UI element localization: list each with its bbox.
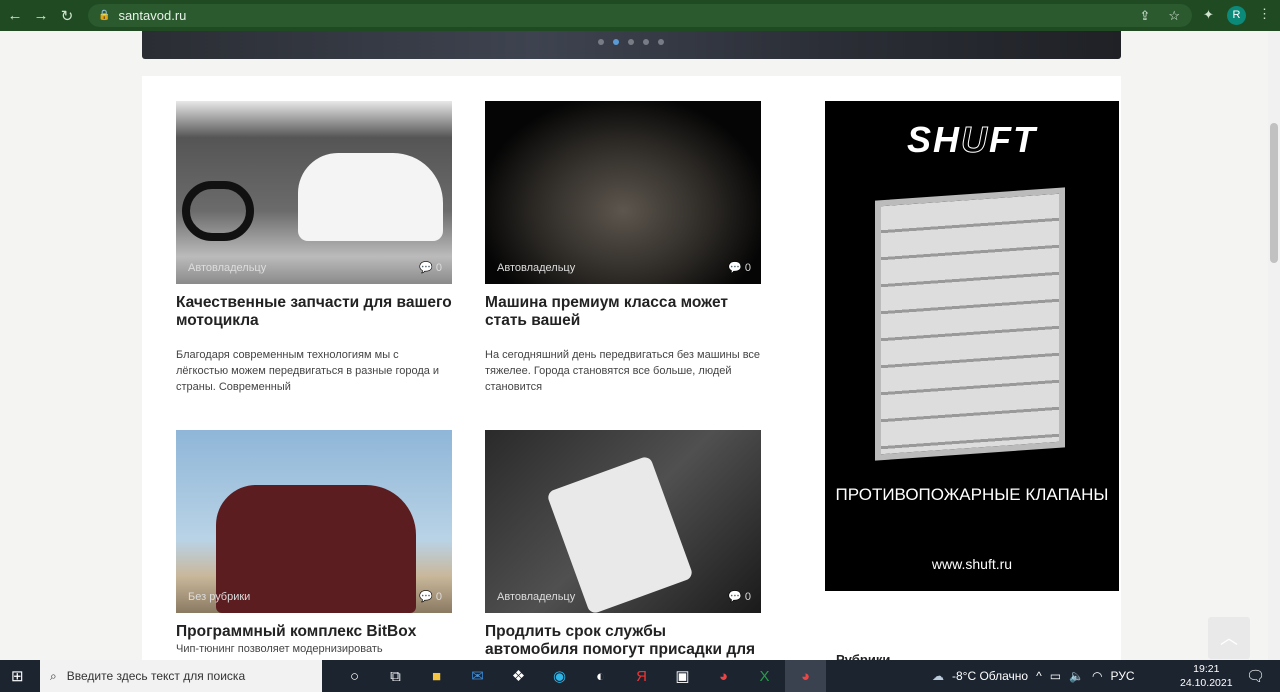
search-placeholder: Введите здесь текст для поиска <box>66 669 246 683</box>
post-excerpt: Благодаря современным технологиям мы с л… <box>176 349 440 393</box>
comment-count[interactable]: 💬 0 <box>728 590 751 603</box>
url-text: santavod.ru <box>118 8 187 23</box>
ad-valve-image <box>875 187 1065 461</box>
hero-slider <box>142 31 1121 59</box>
post-card: Автовладельцу 💬 0 Продлить срок службы а… <box>485 430 761 677</box>
notifications-icon[interactable]: 🗨 <box>1246 667 1265 685</box>
chrome-profile-icon[interactable]: ◕ <box>785 660 826 692</box>
ad-url: www.shuft.ru <box>931 556 1013 572</box>
weather-icon[interactable]: ☁ <box>932 669 944 683</box>
search-icon: ⌕ <box>50 668 57 683</box>
browser-toolbar: ← → ↻ 🔒 santavod.ru ⇪ ☆ ✦ R ⋮ <box>0 0 1280 31</box>
post-excerpt: На сегодняшний день передвигаться без ма… <box>485 349 761 393</box>
chrome-icon[interactable]: ◕ <box>703 660 744 692</box>
post-image[interactable]: Автовладельцу 💬 0 <box>485 101 761 284</box>
post-category[interactable]: Автовладельцу <box>497 262 575 274</box>
post-card: Без рубрики 💬 0 Программный комплекс Bit… <box>176 430 452 656</box>
excel-icon[interactable]: X <box>744 660 785 692</box>
wifi-icon[interactable]: ◠ <box>1092 669 1102 683</box>
edge-icon[interactable]: ◉ <box>539 660 580 692</box>
post-title[interactable]: Программный комплекс BitBox <box>176 623 452 641</box>
scrollbar[interactable] <box>1268 31 1280 660</box>
store-icon[interactable]: ▣ <box>662 660 703 692</box>
post-image[interactable]: Без рубрики 💬 0 <box>176 430 452 613</box>
comment-count[interactable]: 💬 0 <box>728 261 751 274</box>
clock[interactable]: 19:21 24.10.2021 <box>1180 662 1233 690</box>
dropbox-icon[interactable]: ❖ <box>498 660 539 692</box>
weather-text[interactable]: -8°C Облачно <box>952 669 1028 683</box>
post-category[interactable]: Автовладельцу <box>497 591 575 603</box>
tray-chevron-icon[interactable]: ^ <box>1036 669 1042 683</box>
reload-icon[interactable]: ↻ <box>56 7 78 25</box>
ad-logo: SHUFT <box>907 119 1037 161</box>
menu-icon[interactable]: ⋮ <box>1258 6 1271 22</box>
post-image[interactable]: Автовладельцу 💬 0 <box>485 430 761 613</box>
volume-icon[interactable]: 🔈 <box>1069 669 1084 683</box>
ad-text: ПРОТИВОПОЖАРНЫЕ КЛАПАНЫ <box>835 485 1109 504</box>
content-panel: Автовладельцу 💬 0 Качественные запчасти … <box>142 76 1121 676</box>
forward-icon[interactable]: → <box>30 7 52 24</box>
file-explorer-icon[interactable]: ■ <box>416 660 457 692</box>
address-bar[interactable]: 🔒 santavod.ru ⇪ ☆ <box>88 4 1192 27</box>
slider-dot[interactable] <box>628 39 634 45</box>
comment-count[interactable]: 💬 0 <box>419 261 442 274</box>
comment-count[interactable]: 💬 0 <box>419 590 442 603</box>
slider-dot[interactable] <box>598 39 604 45</box>
scrollbar-thumb[interactable] <box>1270 123 1278 263</box>
slider-dot[interactable] <box>643 39 649 45</box>
post-card: Автовладельцу 💬 0 Качественные запчасти … <box>176 101 452 395</box>
slider-dot[interactable] <box>658 39 664 45</box>
share-icon[interactable]: ⇪ <box>1139 8 1150 24</box>
post-category[interactable]: Без рубрики <box>188 591 250 603</box>
mail-icon[interactable]: ✉ <box>457 660 498 692</box>
post-card: Автовладельцу 💬 0 Машина премиум класса … <box>485 101 761 395</box>
ad-banner[interactable]: SHUFT ПРОТИВОПОЖАРНЫЕ КЛАПАНЫ www.shuft.… <box>825 101 1119 591</box>
post-title[interactable]: Качественные запчасти для вашего мотоцик… <box>176 294 452 330</box>
back-icon[interactable]: ← <box>4 7 26 24</box>
app-icon[interactable]: ◐ <box>580 660 621 692</box>
back-to-top-button[interactable]: ︿ <box>1208 617 1250 659</box>
lock-icon: 🔒 <box>98 10 111 21</box>
post-title[interactable]: Машина премиум класса может стать вашей <box>485 294 761 330</box>
post-excerpt: Чип-тюнинг позволяет модернизировать <box>176 643 383 655</box>
slider-dot-active[interactable] <box>613 39 619 45</box>
bookmark-star-icon[interactable]: ☆ <box>1168 8 1180 24</box>
taskbar: ⊞ ⌕ Введите здесь текст для поиска ○ ⧉ ■ ✉ ❖ ◉… <box>0 660 1280 692</box>
cortana-icon[interactable]: ○ <box>334 660 375 692</box>
post-image[interactable]: Автовладельцу 💬 0 <box>176 101 452 284</box>
post-category[interactable]: Автовладельцу <box>188 262 266 274</box>
battery-icon[interactable]: ▭ <box>1050 669 1061 683</box>
profile-avatar[interactable]: R <box>1227 6 1246 25</box>
windows-start-icon[interactable]: ⊞ <box>11 667 24 685</box>
yandex-icon[interactable]: Я <box>621 660 662 692</box>
taskbar-search[interactable]: ⌕ Введите здесь текст для поиска <box>40 660 322 692</box>
task-view-icon[interactable]: ⧉ <box>375 660 416 692</box>
language-indicator[interactable]: РУС <box>1111 669 1135 683</box>
extensions-icon[interactable]: ✦ <box>1203 7 1214 23</box>
slider-dots <box>598 39 664 45</box>
